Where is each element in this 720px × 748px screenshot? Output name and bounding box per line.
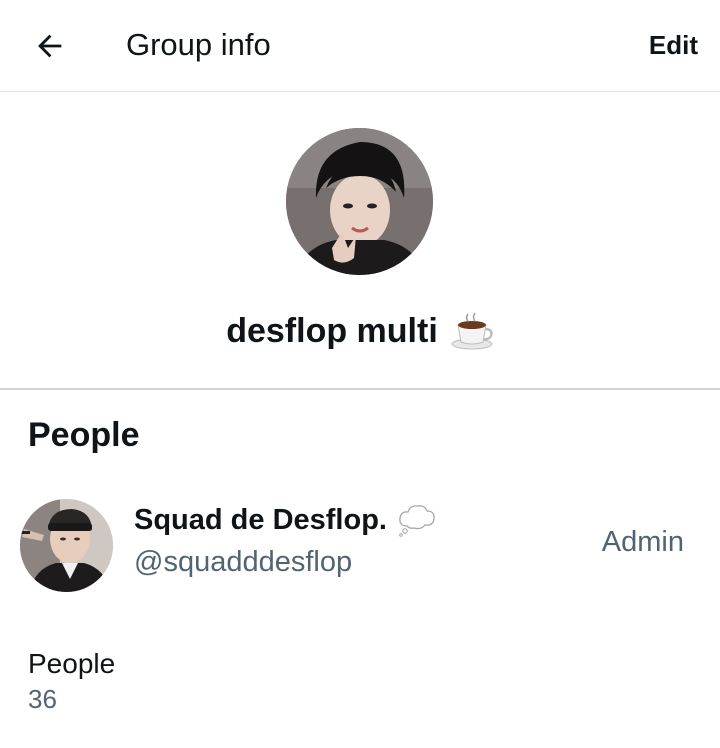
back-button[interactable]: [28, 24, 72, 68]
group-name: desflop multi: [226, 312, 438, 350]
member-row[interactable]: Squad de Desflop. @squadddesflop Admin: [0, 490, 720, 604]
member-avatar-image: [20, 499, 113, 592]
group-header: desflop multi: [0, 92, 720, 390]
edit-button[interactable]: Edit: [649, 26, 698, 64]
page-title: Group info: [126, 27, 271, 62]
people-section-title: People: [28, 416, 140, 454]
group-avatar[interactable]: [286, 128, 433, 275]
member-handle: @squadddesflop: [134, 546, 353, 578]
people-count-value: 36: [28, 684, 57, 714]
member-avatar[interactable]: [20, 499, 113, 592]
people-count[interactable]: People 36: [28, 646, 115, 716]
coffee-cup-icon: [451, 312, 493, 350]
member-name-row: Squad de Desflop.: [134, 500, 437, 540]
arrow-left-icon: [38, 34, 62, 58]
top-bar: Group info Edit: [0, 0, 720, 92]
member-name: Squad de Desflop.: [134, 504, 387, 536]
thought-bubble-icon: [399, 505, 435, 537]
people-count-label: People: [28, 648, 116, 679]
group-name-row: desflop multi: [0, 308, 720, 354]
group-avatar-image: [286, 128, 433, 275]
member-role-badge: Admin: [601, 526, 684, 558]
